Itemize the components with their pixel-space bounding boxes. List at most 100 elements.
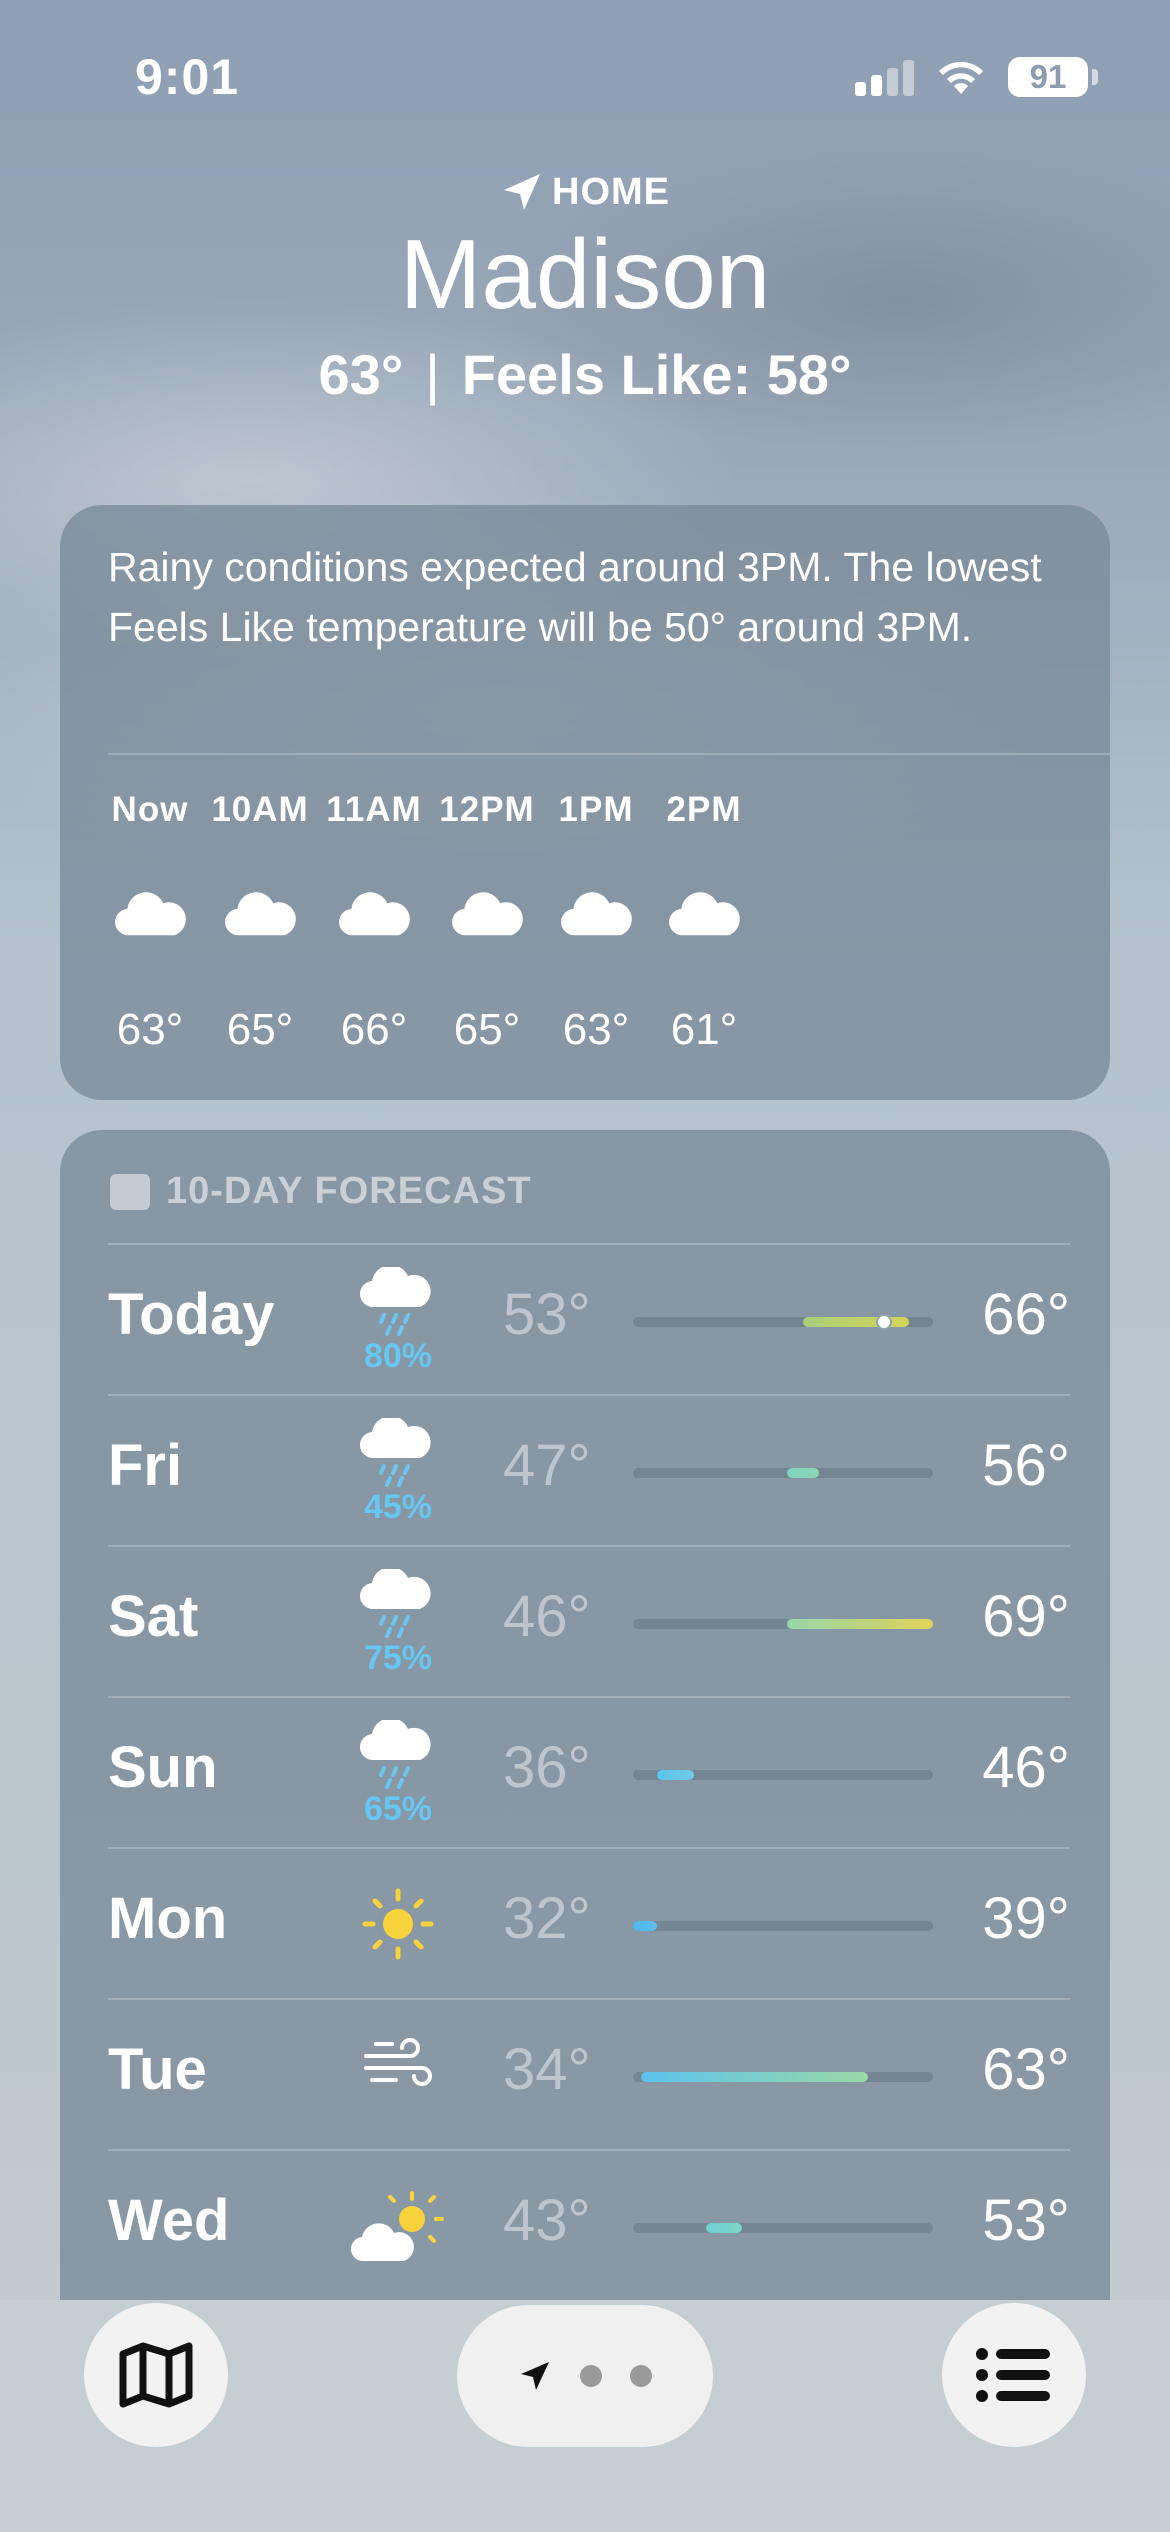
low-temp: 47° <box>503 1433 591 1498</box>
cloud-icon <box>427 890 547 950</box>
temp-range-bar <box>633 2072 933 2082</box>
hour-temp: 63° <box>562 1005 630 1054</box>
temp-range-bar <box>633 1619 933 1629</box>
page-dot[interactable] <box>630 2365 652 2387</box>
low-temp: 46° <box>503 1584 591 1649</box>
precip-chance: 65% <box>363 1790 433 1828</box>
temp-range-fill <box>787 1619 933 1629</box>
location-arrow-icon <box>521 2362 549 2390</box>
hourly-forecast-card[interactable]: Rainy conditions expected around 3PM. Th… <box>60 505 1110 1100</box>
precip-chance: 75% <box>363 1639 433 1677</box>
sun-icon <box>343 1871 453 1981</box>
high-temp: 46° <box>982 1735 1070 1800</box>
partly-sunny-icon <box>343 2173 453 2283</box>
status-time: 9:01 <box>135 49 240 105</box>
day-label: Today <box>108 1282 275 1347</box>
battery-cap <box>1092 69 1098 85</box>
forecast-row[interactable]: Tue 34° 63° <box>108 2000 1070 2150</box>
hour-item: 11AM 66° <box>314 790 434 1055</box>
forecast-header: 10-DAY FORECAST <box>110 1170 532 1213</box>
divider <box>108 753 1110 755</box>
hour-label: 2PM <box>666 790 742 829</box>
cellular-signal-icon <box>855 60 915 96</box>
hour-item: 10AM 65° <box>200 790 320 1055</box>
current-temp-dot <box>876 1314 893 1330</box>
low-temp: 43° <box>503 2188 591 2253</box>
list-icon <box>976 2348 1050 2402</box>
forecast-row[interactable]: Fri 45% 47° 56° <box>108 1396 1070 1546</box>
wind-icon <box>343 2022 453 2132</box>
temp-range-bar <box>633 1921 933 1931</box>
temp-range-bar <box>633 2223 933 2233</box>
day-label: Sat <box>108 1584 199 1649</box>
rain-cloud-icon: 80% <box>343 1267 453 1377</box>
location-pager[interactable] <box>457 2305 713 2447</box>
hour-label: 10AM <box>211 790 309 829</box>
hour-item: 1PM 63° <box>536 790 656 1055</box>
battery-indicator: 91 <box>1008 57 1088 97</box>
temp-range-fill <box>705 2223 743 2233</box>
hour-item: 12PM 65° <box>427 790 547 1055</box>
home-label-row: HOME <box>0 170 1170 214</box>
cloud-icon <box>644 890 764 950</box>
cloud-icon <box>536 890 656 950</box>
temp-range-bar <box>633 1314 933 1330</box>
page-dot[interactable] <box>580 2365 602 2387</box>
forecast-row[interactable]: Today 80% 53° 66° <box>108 1245 1070 1395</box>
day-label: Mon <box>108 1886 228 1951</box>
temp-range-fill <box>641 2072 869 2082</box>
high-temp: 69° <box>982 1584 1070 1649</box>
hour-label: Now <box>111 790 189 829</box>
forecast-row[interactable]: Sun 65% 36° 46° <box>108 1698 1070 1848</box>
low-temp: 32° <box>503 1886 591 1951</box>
day-label: Sun <box>108 1735 218 1800</box>
forecast-row[interactable]: Sat 75% 46° 69° <box>108 1547 1070 1697</box>
city-name: Madison <box>399 219 771 329</box>
rain-cloud-icon: 65% <box>343 1720 453 1830</box>
cloud-icon <box>90 890 210 950</box>
hour-label: 1PM <box>558 790 634 829</box>
high-temp: 63° <box>982 2037 1070 2102</box>
calendar-icon <box>110 1173 150 1210</box>
current-temp: 63° <box>318 343 404 406</box>
cloud-icon <box>314 890 434 950</box>
precip-chance: 80% <box>363 1337 433 1375</box>
day-label: Tue <box>108 2037 207 2102</box>
hour-temp: 65° <box>226 1005 294 1054</box>
list-button[interactable] <box>942 2303 1086 2447</box>
location-header: HOME Madison 63° | Feels Like: 58° <box>0 170 1170 407</box>
rain-cloud-icon: 45% <box>343 1418 453 1528</box>
low-temp: 53° <box>503 1282 591 1347</box>
precip-chance: 45% <box>363 1488 433 1526</box>
temp-range-bar <box>633 1770 933 1780</box>
status-bar: 9:01 91 <box>0 0 1170 150</box>
forecast-row[interactable]: Mon 32° 39° <box>108 1849 1070 1999</box>
temp-range-fill <box>657 1770 694 1780</box>
rain-cloud-icon: 75% <box>343 1569 453 1679</box>
hour-temp: 66° <box>340 1005 408 1054</box>
current-conditions: 63° | Feels Like: 58° <box>0 342 1170 407</box>
temp-range-fill <box>633 1921 658 1931</box>
forecast-title: 10-DAY FORECAST <box>166 1170 532 1212</box>
hour-item: 2PM 61° <box>644 790 764 1055</box>
ten-day-forecast-card[interactable]: 10-DAY FORECAST Today 80% 53° 66° Fri 45… <box>60 1130 1110 2300</box>
day-label: Wed <box>108 2188 230 2253</box>
forecast-row[interactable]: Wed 43° 53° <box>108 2151 1070 2301</box>
hour-label: 12PM <box>439 790 535 829</box>
hour-item: Now 63° <box>90 790 210 1055</box>
high-temp: 66° <box>982 1282 1070 1347</box>
day-label: Fri <box>108 1433 183 1498</box>
map-icon <box>119 2342 193 2408</box>
conditions-summary: Rainy conditions expected around 3PM. Th… <box>108 544 1042 650</box>
hour-temp: 65° <box>453 1005 521 1054</box>
temp-range-fill <box>803 1317 909 1327</box>
low-temp: 34° <box>503 2037 591 2102</box>
temp-range-bar <box>633 1468 933 1478</box>
separator: | <box>425 343 440 406</box>
map-button[interactable] <box>84 2303 228 2447</box>
high-temp: 56° <box>982 1433 1070 1498</box>
hour-temp: 63° <box>116 1005 184 1054</box>
low-temp: 36° <box>503 1735 591 1800</box>
feels-like: Feels Like: 58° <box>461 343 852 406</box>
hour-temp: 61° <box>670 1005 738 1054</box>
